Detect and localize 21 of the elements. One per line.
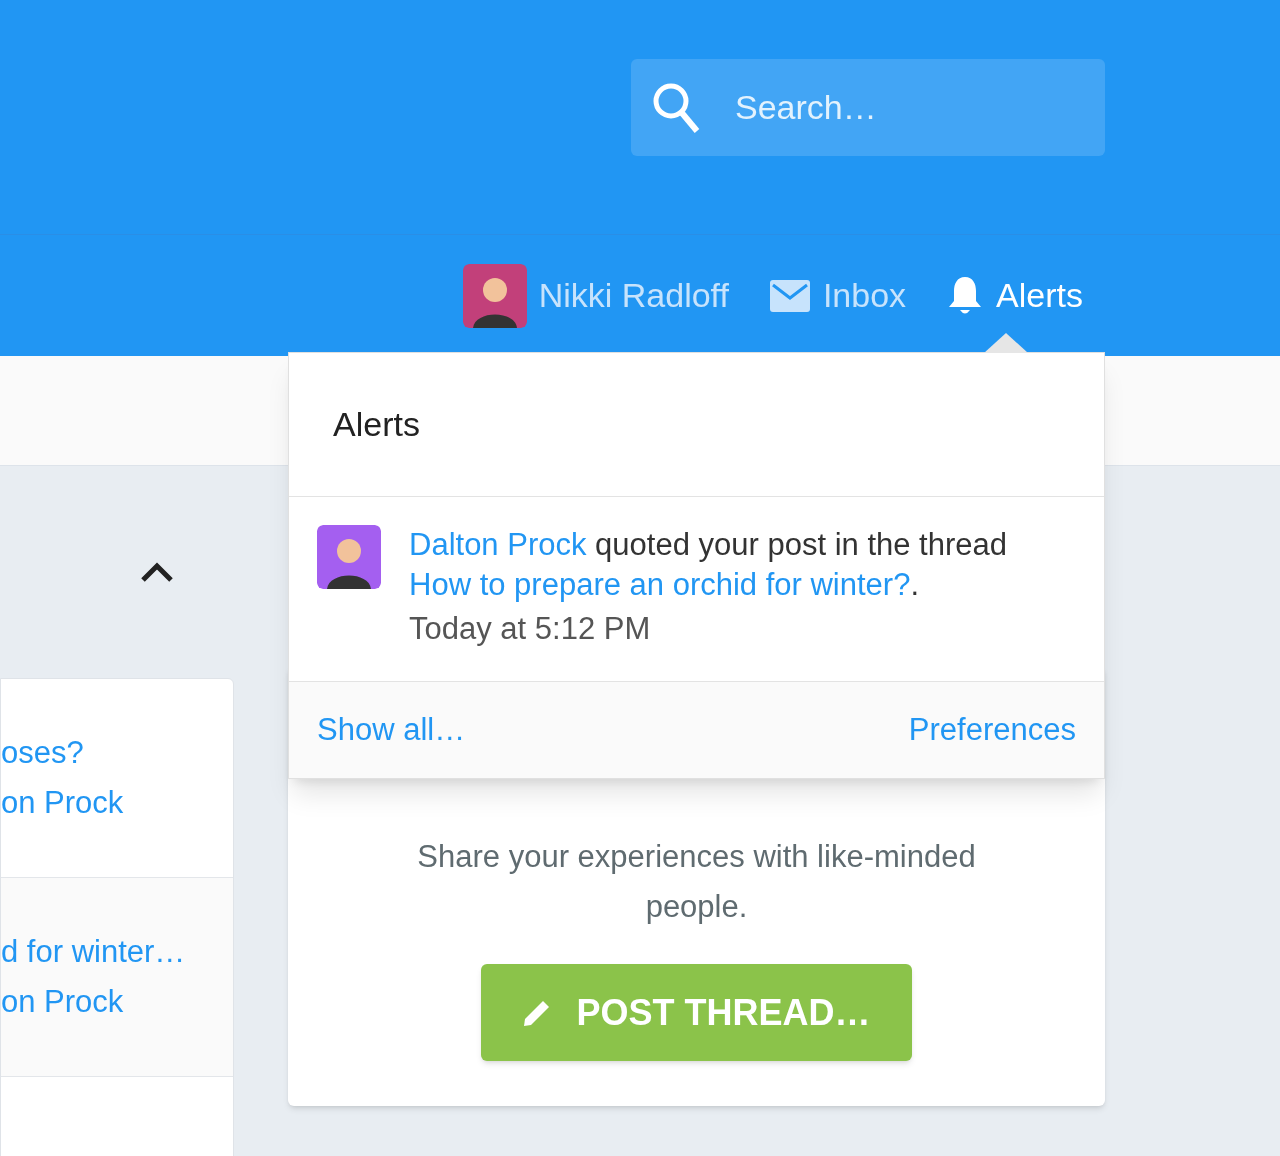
thread-title-link[interactable]: oses?	[1, 729, 233, 776]
envelope-icon	[768, 278, 811, 313]
thread-title-link[interactable]: d for winter…	[1, 928, 233, 975]
post-thread-button[interactable]: POST THREAD…	[481, 964, 912, 1061]
thread-link[interactable]: How to prepare an orchid for winter?	[409, 567, 911, 602]
nav-item[interactable]: Alerts	[946, 270, 1083, 321]
author-link[interactable]: on Prock	[1, 979, 233, 1026]
show-all-link[interactable]: Show all…	[317, 706, 466, 754]
preferences-link[interactable]: Preferences	[908, 706, 1076, 754]
alert-text: Dalton Prock quoted your post in the thread How to prepare an orchid for winter?.	[409, 526, 1008, 604]
author-link[interactable]: on Prock	[1, 780, 233, 827]
search-field[interactable]: Search…	[631, 58, 1105, 156]
avatar-icon	[462, 263, 527, 328]
avatar-icon	[317, 525, 381, 589]
cta-text: Share your experiences with like-minded people.	[416, 838, 977, 926]
nav-item[interactable]: Inbox	[768, 270, 907, 321]
nav-item[interactable]: Nikki Radloff	[462, 263, 729, 328]
chevron-up-icon[interactable]	[140, 561, 174, 583]
user-link[interactable]: Dalton Prock	[409, 527, 587, 562]
alert-time: Today at 5:12 PM	[409, 610, 652, 648]
popup-title: Alerts	[333, 404, 420, 445]
